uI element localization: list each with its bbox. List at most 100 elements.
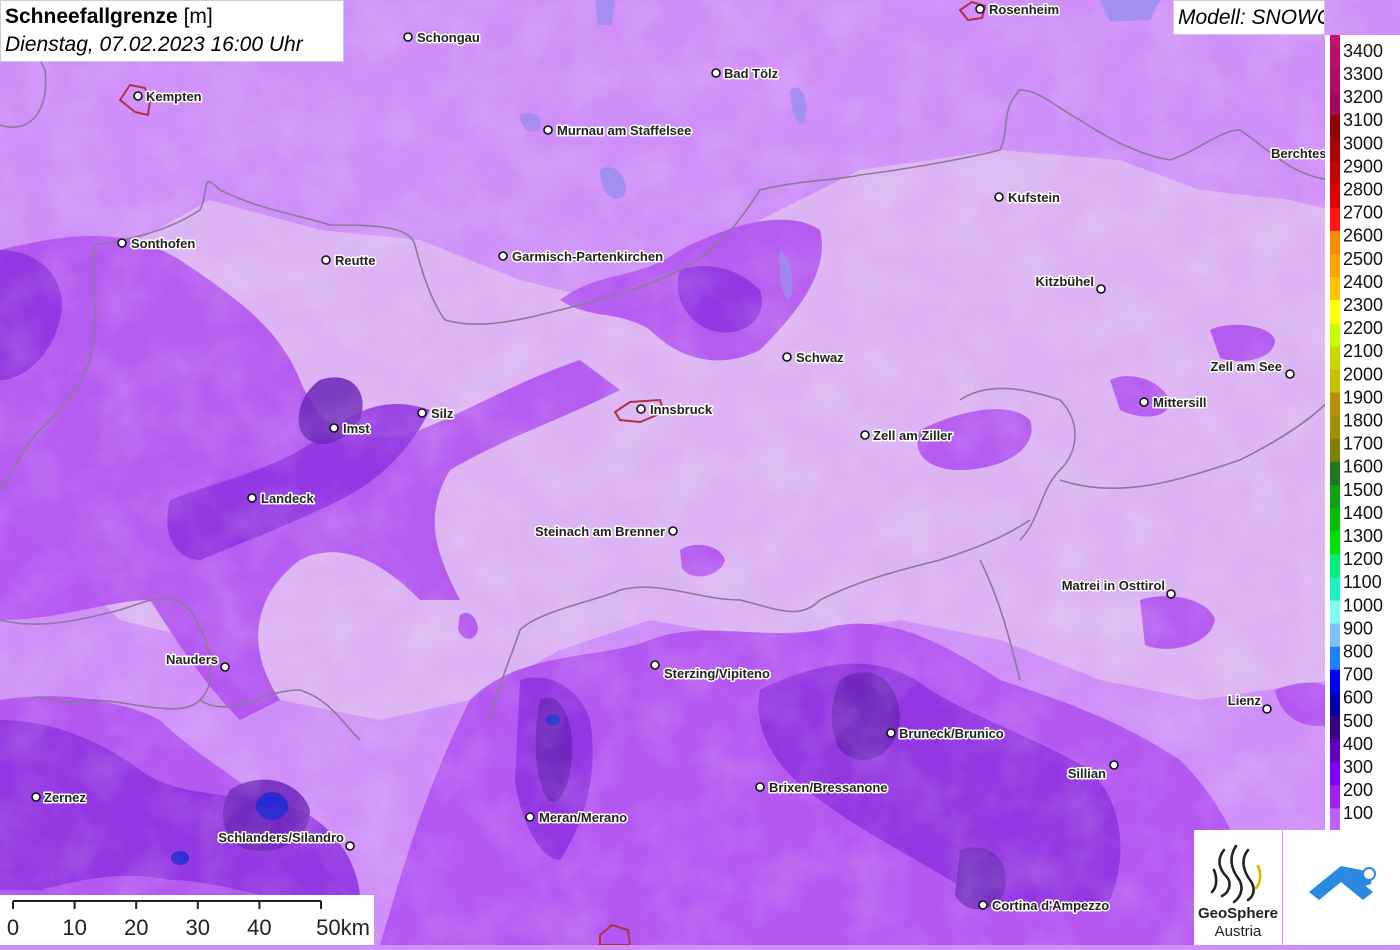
city-dot-icon [1285, 369, 1295, 379]
city-dot-icon [498, 251, 508, 261]
legend-swatch [1330, 531, 1340, 555]
scale-label: 0 [7, 915, 19, 940]
legend-swatch [1330, 577, 1340, 601]
legend-label: 2500 [1343, 249, 1383, 269]
legend-label: 2600 [1343, 226, 1383, 246]
city-label: Sillian [1068, 766, 1106, 781]
city-meran-merano: Meran/Merano [525, 809, 629, 827]
city-dot-icon [1262, 704, 1272, 714]
legend-label: 1600 [1343, 457, 1383, 477]
legend-label: 1100 [1343, 572, 1382, 592]
legend-swatch [1330, 115, 1340, 139]
city-dot-icon [650, 660, 660, 670]
legend-swatch [1330, 461, 1340, 486]
city-label: Innsbruck [650, 402, 713, 417]
geosphere-name: GeoSphere [1198, 905, 1278, 922]
legend-label: 1200 [1343, 549, 1383, 569]
scale-label: 20 [124, 915, 148, 940]
city-label: Zernez [44, 790, 86, 805]
city-dot-icon [345, 841, 355, 851]
legend-label: 1500 [1343, 480, 1383, 500]
city-label: Silz [431, 406, 454, 421]
city-dot-icon [978, 900, 988, 910]
city-label: Murnau am Staffelsee [557, 123, 691, 138]
city-steinach-am-brenner: Steinach am Brenner [533, 523, 678, 541]
scale-label: 40 [247, 915, 271, 940]
legend-label: 300 [1343, 757, 1373, 777]
legend-swatch [1330, 69, 1340, 93]
snow-roof-icon [1309, 866, 1376, 900]
scale-bar: 0 10 20 30 40 50km [0, 895, 374, 945]
city-dot-icon [755, 782, 765, 792]
city-dot-icon [1096, 284, 1106, 294]
geosphere-country: Austria [1215, 923, 1262, 940]
map-title-box: Schneefallgrenze [m] Dienstag, 07.02.202… [0, 0, 344, 62]
legend-label: 3200 [1343, 87, 1383, 107]
legend-swatch [1330, 92, 1340, 116]
legend-label: 2800 [1343, 179, 1383, 199]
city-dot-icon [1109, 760, 1119, 770]
city-label: Schwaz [796, 350, 844, 365]
city-dot-icon [1166, 589, 1176, 599]
snowline-map: Schongau Rosenheim Bad Tölz Kempten Murnau a… [0, 0, 1400, 945]
legend-label: 400 [1343, 734, 1373, 754]
legend-label: 800 [1343, 641, 1373, 661]
legend-swatch [1330, 138, 1340, 163]
legend-label: 3000 [1343, 133, 1383, 153]
legend-label: 2100 [1343, 341, 1383, 361]
legend-label: 2200 [1343, 318, 1383, 338]
city-murnau-am-staffelsee: Murnau am Staffelsee [543, 122, 693, 140]
legend-label: 3300 [1343, 64, 1383, 84]
model-label: Modell: SNOWGRID [1173, 0, 1325, 35]
variable-unit: [m] [183, 5, 213, 28]
city-bruneck-brunico: Bruneck/Brunico [886, 725, 1005, 743]
city-dot-icon [886, 728, 896, 738]
city-dot-icon [220, 662, 230, 672]
legend-label: 1700 [1343, 434, 1383, 454]
legend-label: 3500 [1343, 35, 1383, 38]
city-label: Meran/Merano [539, 810, 627, 825]
scale-label: 30 [186, 915, 210, 940]
city-dot-icon [711, 68, 721, 78]
city-label: Zell am Ziller [873, 428, 952, 443]
city-dot-icon [117, 238, 127, 248]
city-dot-icon [782, 352, 792, 362]
legend-swatch [1330, 346, 1340, 370]
city-rosenheim: Rosenheim [975, 1, 1061, 19]
legend-swatch [1330, 300, 1340, 324]
geosphere-logo: GeoSphere Austria [1194, 830, 1282, 945]
city-label: Reutte [335, 253, 375, 268]
city-label: Matrei in Osttirol [1062, 578, 1165, 593]
city-label: Kitzbühel [1036, 274, 1095, 289]
city-label: Schlanders/Silandro [218, 830, 344, 845]
city-dot-icon [525, 812, 535, 822]
legend-swatch [1330, 161, 1340, 186]
legend-label: 3100 [1343, 110, 1383, 130]
legend-swatch [1330, 739, 1340, 763]
legend-swatch [1330, 392, 1340, 417]
city-label: Imst [343, 421, 370, 436]
legend-label: 2300 [1343, 295, 1383, 315]
legend-label: 200 [1343, 780, 1373, 800]
city-dot-icon [860, 430, 870, 440]
map-title: Schneefallgrenze [m] [5, 3, 339, 31]
city-dot-icon [975, 4, 985, 14]
city-label: Brixen/Bressanone [769, 780, 888, 795]
legend-swatch [1330, 207, 1340, 232]
legend-swatch [1330, 323, 1340, 347]
legend-swatch [1330, 554, 1340, 578]
legend-label: 2700 [1343, 203, 1383, 223]
city-label: Bad Tölz [724, 66, 779, 81]
city-dot-icon [329, 423, 339, 433]
legend-label: 1900 [1343, 387, 1383, 407]
legend-swatch [1330, 277, 1340, 301]
legend-swatch [1330, 669, 1340, 694]
legend-swatch [1330, 692, 1340, 717]
city-label: Nauders [166, 652, 218, 667]
hillshade-texture [0, 0, 1400, 945]
legend-swatch [1330, 785, 1340, 809]
geosphere-emblem-icon [1210, 844, 1262, 904]
legend-label: 100 [1343, 803, 1373, 823]
legend-swatch [1330, 23, 1340, 47]
legend-label: 1300 [1343, 526, 1383, 546]
